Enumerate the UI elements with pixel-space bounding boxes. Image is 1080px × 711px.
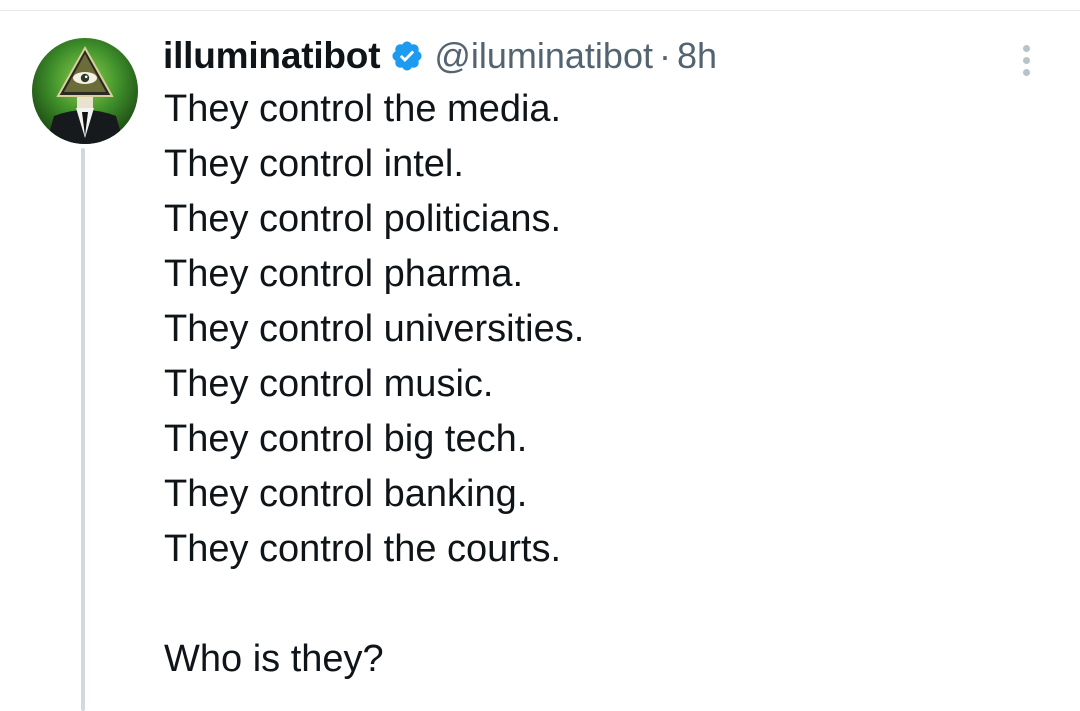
verified-badge-icon [390, 39, 424, 73]
more-dot [1022, 44, 1030, 52]
more-options-icon[interactable] [1010, 40, 1042, 80]
thread-connector-line [81, 148, 85, 711]
avatar[interactable] [32, 38, 138, 144]
more-dot [1022, 68, 1030, 76]
tweet-line: They control banking. [164, 473, 528, 515]
tweet-text: They control the media. They control int… [164, 82, 1044, 687]
tweet-line: They control the media. [164, 88, 562, 130]
user-handle[interactable]: @iluminatibot [434, 35, 653, 77]
display-name[interactable]: illuminatibot [163, 35, 381, 77]
tweet-line: They control universities. [164, 308, 585, 350]
separator-dot: · [658, 35, 671, 76]
more-dot [1022, 56, 1030, 64]
tweet-line: They control intel. [164, 143, 464, 185]
eye-of-providence-avatar-icon [32, 38, 138, 144]
tweet-line: They control pharma. [164, 253, 524, 295]
tweet-header: illuminatibot @iluminatibot · 8h [163, 33, 717, 79]
tweet-line: They control the courts. [164, 528, 562, 570]
tweet-closing-line: Who is they? [164, 638, 384, 680]
tweet-line: They control politicians. [164, 198, 562, 240]
tweet-line: They control music. [164, 363, 494, 405]
tweet-line: They control big tech. [164, 418, 528, 460]
timestamp[interactable]: 8h [677, 35, 717, 77]
top-divider [0, 10, 1080, 11]
